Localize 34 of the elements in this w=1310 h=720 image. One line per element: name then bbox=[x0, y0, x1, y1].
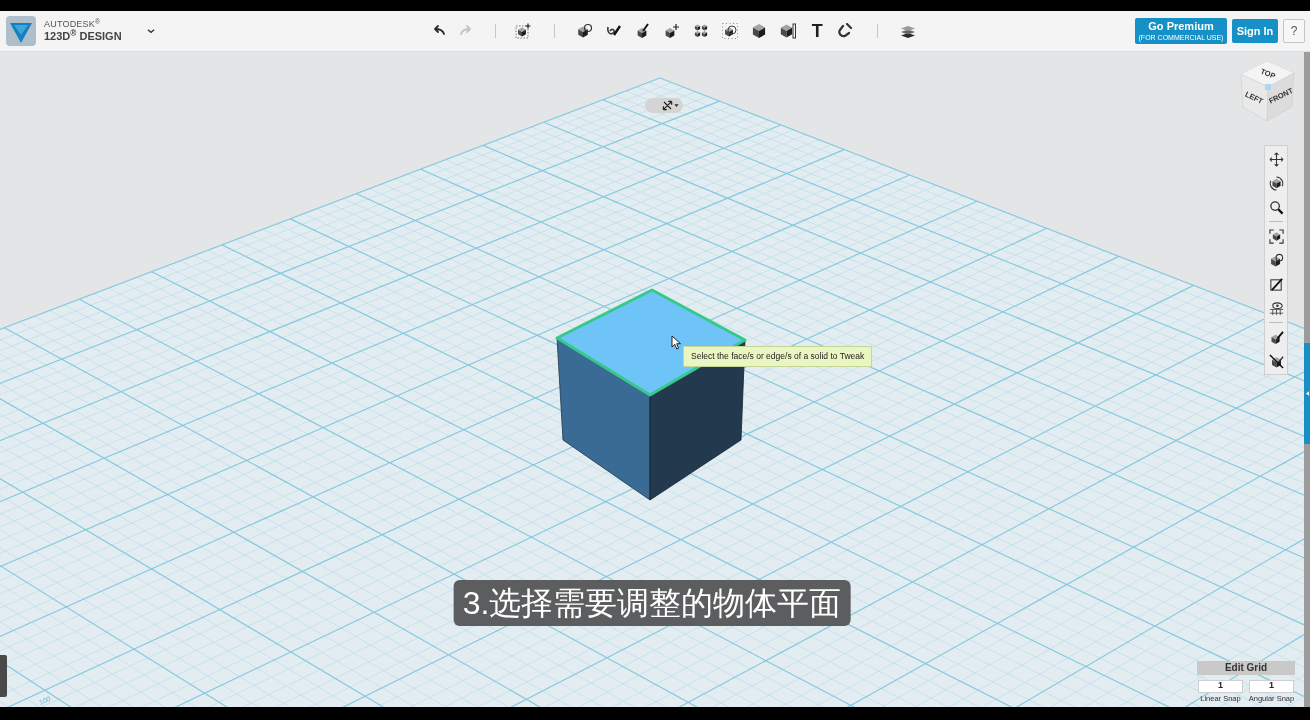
brand-company: AUTODESK$^{®}$ bbox=[44, 20, 102, 29]
zoom-icon bbox=[1268, 199, 1284, 215]
cube-brush-icon bbox=[1268, 329, 1284, 345]
layers-icon bbox=[900, 23, 917, 39]
caret-down-icon bbox=[674, 103, 679, 108]
sign-in-button[interactable]: Sign In bbox=[1232, 19, 1278, 43]
cube-dashed-icon bbox=[722, 23, 739, 39]
brand-product: 123D$^{®}$ DESIGN bbox=[44, 31, 122, 42]
app-logo-icon bbox=[6, 16, 36, 46]
subtitle-caption: 3.选择需要调整的物体平面 bbox=[453, 580, 851, 626]
eye-grid-icon bbox=[1268, 300, 1284, 316]
cube-ruler-icon bbox=[780, 23, 797, 39]
cube-pen-icon bbox=[635, 23, 652, 39]
cube-move-icon bbox=[664, 23, 681, 39]
selection-filter-button[interactable] bbox=[645, 98, 683, 113]
tweak-tooltip: Select the face/s or edge/s of a solid to Tweak bbox=[683, 346, 873, 367]
pan-icon bbox=[1268, 151, 1284, 167]
four-cubes-icon bbox=[693, 23, 710, 39]
pencil-square-icon bbox=[1268, 276, 1284, 292]
cube-plus-icon bbox=[515, 23, 532, 39]
chevron-down-icon bbox=[145, 26, 156, 36]
text-tool-button[interactable]: T bbox=[802, 17, 832, 45]
cube-loop-icon bbox=[1268, 252, 1284, 268]
solid-cube-icon bbox=[751, 23, 768, 39]
orbit-icon bbox=[1268, 175, 1284, 191]
mouse-pointer-icon bbox=[671, 335, 682, 350]
panel-handle[interactable] bbox=[0, 655, 7, 697]
caret-left-icon bbox=[1304, 391, 1310, 396]
help-button[interactable]: ? bbox=[1283, 19, 1305, 43]
cube-loop-icon bbox=[577, 23, 594, 39]
magnet-icon bbox=[838, 23, 855, 39]
selection-arrows-icon bbox=[662, 100, 673, 111]
fit-view-icon bbox=[1268, 228, 1284, 244]
cube-slash-icon bbox=[1268, 353, 1284, 369]
